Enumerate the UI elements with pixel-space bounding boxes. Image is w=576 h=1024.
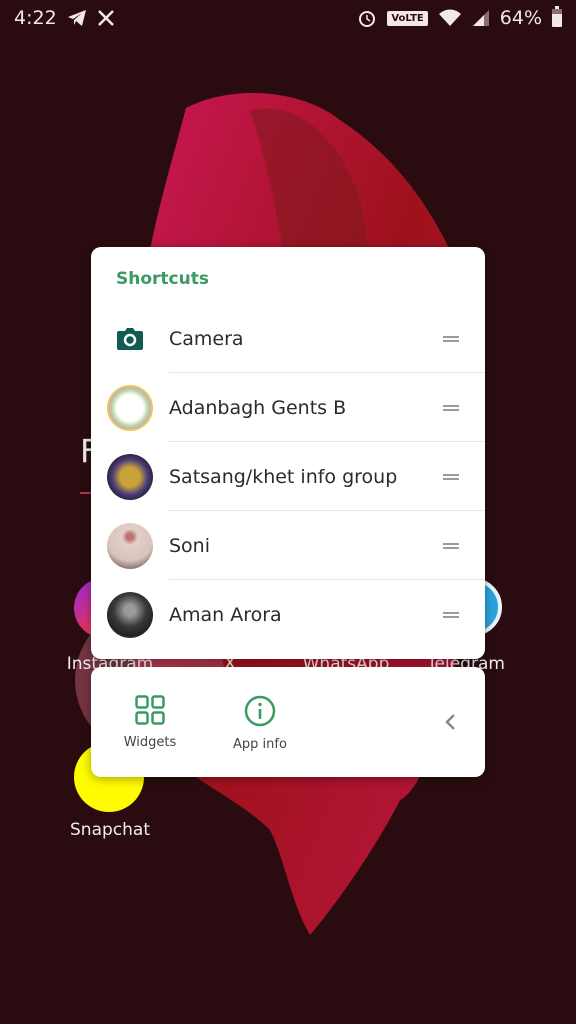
drag-handle-icon[interactable] — [443, 473, 459, 480]
wifi-icon — [438, 9, 461, 26]
shortcut-camera[interactable]: Camera — [91, 304, 485, 373]
collapse-button[interactable] — [435, 707, 465, 737]
app-info-label: App info — [233, 737, 287, 752]
drag-handle-icon[interactable] — [443, 404, 459, 411]
widgets-icon — [135, 695, 165, 725]
shortcuts-popup: Shortcuts Camera Adanbagh Gents B Satsan… — [91, 247, 485, 659]
drag-handle-icon[interactable] — [443, 542, 459, 549]
group-avatar — [107, 384, 153, 431]
shortcut-label: Soni — [169, 534, 211, 557]
widgets-button[interactable]: Widgets — [100, 695, 200, 750]
shortcut-label: Aman Arora — [169, 603, 282, 626]
shortcut-label: Camera — [169, 327, 244, 350]
alarm-icon — [359, 11, 376, 27]
chevron-left-icon — [445, 714, 455, 730]
volte-icon: VoLTE — [387, 10, 428, 26]
camera-icon — [117, 327, 143, 350]
clock: 4:22 — [14, 7, 57, 29]
contact-avatar — [107, 522, 153, 569]
app-info-button[interactable]: App info — [210, 695, 310, 752]
drag-handle-icon[interactable] — [443, 611, 459, 618]
info-icon — [244, 695, 276, 727]
shortcut-soni[interactable]: Soni — [91, 511, 485, 580]
drag-handle-icon[interactable] — [443, 335, 459, 342]
telegram-icon — [67, 10, 86, 26]
contact-avatar — [107, 591, 153, 638]
shortcut-label: Adanbagh Gents B — [169, 396, 347, 419]
widgets-label: Widgets — [123, 735, 177, 750]
app-actions-popup: Widgets App info — [91, 667, 485, 777]
shortcut-satsang[interactable]: Satsang/khet info group — [91, 442, 485, 511]
battery-percent: 64% — [499, 7, 542, 29]
app-label-snapchat[interactable]: Snapchat — [60, 820, 160, 840]
shortcut-label: Satsang/khet info group — [169, 465, 398, 488]
signal-icon — [472, 10, 489, 26]
battery-icon — [552, 6, 562, 27]
shortcut-adanbagh[interactable]: Adanbagh Gents B — [91, 373, 485, 442]
shortcuts-title: Shortcuts — [116, 269, 209, 289]
status-bar: 4:22 VoLTE 64% — [0, 0, 576, 36]
shortcut-aman[interactable]: Aman Arora — [91, 580, 485, 649]
x-icon — [97, 10, 114, 26]
group-avatar — [107, 453, 153, 500]
